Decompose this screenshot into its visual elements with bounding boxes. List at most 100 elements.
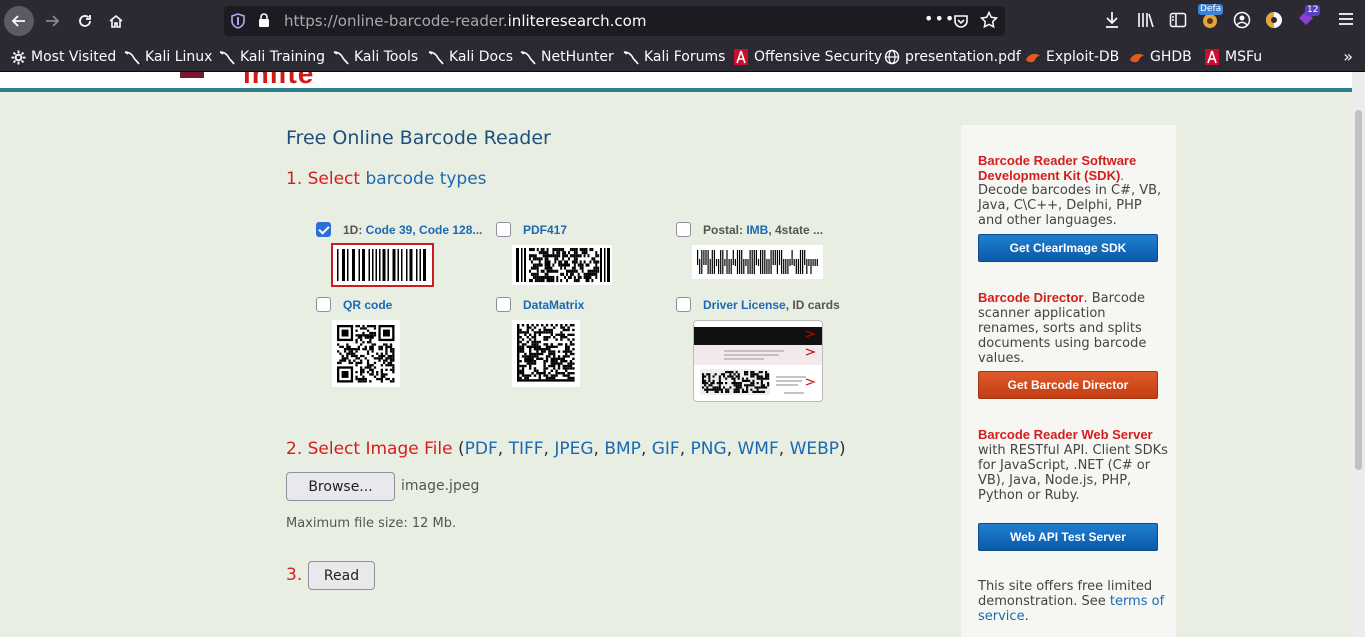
checkbox-driver-license[interactable] (676, 297, 691, 312)
format-link-jpeg[interactable]: JPEG (554, 439, 593, 459)
offsec-icon (733, 49, 749, 65)
barcode-driver-license-image[interactable] (693, 320, 823, 402)
link-imb[interactable]: IMB (746, 223, 768, 237)
sdk-title[interactable]: Barcode Reader Software Development Kit … (978, 153, 1136, 183)
back-button[interactable] (4, 6, 34, 36)
promo-sidebar: Barcode Reader Software Development Kit … (961, 125, 1176, 637)
bookmark-kali-tools[interactable]: Kali Tools (333, 48, 418, 66)
step-2-heading: 2. Select Image File (PDF, TIFF, JPEG, B… (286, 439, 846, 459)
format-link-tiff[interactable]: TIFF (509, 439, 544, 459)
tracking-shield-icon[interactable] (231, 13, 245, 29)
bookmark-exploit-db[interactable]: Exploit-DB (1025, 48, 1119, 66)
get-clearimage-sdk-button[interactable]: Get ClearImage SDK (978, 234, 1158, 262)
barcode-datamatrix-image[interactable] (512, 320, 580, 387)
bookmark-msfu[interactable]: MSFu (1204, 48, 1262, 66)
kali-dragon-icon (219, 49, 235, 65)
extension-counter-icon[interactable]: 12 (1297, 5, 1321, 29)
bookmark-ghdb[interactable]: GHDB (1129, 48, 1192, 66)
link-1d[interactable]: Code 39, Code 128... (366, 223, 483, 237)
link-driver-license[interactable]: Driver License (703, 298, 786, 312)
barcode-qr-image[interactable] (332, 320, 400, 387)
barcode-1d-image[interactable] (331, 243, 434, 287)
user-agent-extension-icon[interactable] (1265, 11, 1283, 29)
format-paren-close: ) (839, 439, 846, 459)
bookmark-presentation-pdf[interactable]: presentation.pdf (884, 48, 1021, 66)
menu-hamburger-icon[interactable] (1338, 11, 1354, 27)
browser-toolbar: https://online-barcode-reader.inliterese… (0, 0, 1365, 42)
forward-button[interactable] (37, 6, 67, 36)
page-actions-icon[interactable]: ••• (924, 9, 955, 28)
checkbox-pdf417[interactable] (496, 222, 511, 237)
selected-filename: image.jpeg (401, 478, 480, 494)
bookmark-most-visited[interactable]: Most Visited (10, 48, 116, 66)
bookmark-offensive-security[interactable]: Offensive Security (733, 48, 882, 66)
home-button[interactable] (101, 6, 131, 36)
url-prefix: https://online-barcode-reader. (284, 12, 508, 30)
page-scrollbar[interactable] (1352, 72, 1365, 637)
director-promo: Barcode Director. Barcode scanner applic… (978, 290, 1170, 366)
scrollbar-thumb[interactable] (1355, 110, 1362, 470)
format-link-wmf[interactable]: WMF (738, 439, 779, 459)
sdk-promo-link[interactable]: Barcode Reader Software Development Kit … (978, 153, 1170, 183)
bookmark-label: NetHunter (541, 49, 614, 65)
read-button[interactable]: Read (308, 561, 375, 590)
format-separator: , (726, 439, 738, 459)
back-arrow-icon (11, 15, 25, 27)
pocket-icon[interactable] (953, 13, 969, 29)
bookmarks-bar: Most Visited Kali Linux Kali Training Ka… (0, 42, 1365, 72)
library-icon[interactable] (1137, 11, 1155, 29)
bookmark-label: MSFu (1225, 49, 1263, 65)
kali-dragon-icon (623, 49, 639, 65)
url-text[interactable]: https://online-barcode-reader.inliterese… (284, 12, 646, 30)
format-link-bmp[interactable]: BMP (604, 439, 641, 459)
barcode-pdf417-image[interactable] (512, 245, 612, 285)
get-barcode-director-button[interactable]: Get Barcode Director (978, 371, 1158, 399)
director-title-link[interactable]: Barcode Director (978, 290, 1083, 305)
webserver-title-link[interactable]: Barcode Reader Web Server (978, 427, 1153, 442)
browse-button[interactable]: Browse... (286, 472, 395, 501)
label-suffix: , 4state ... (768, 223, 824, 237)
lock-icon[interactable] (258, 13, 270, 28)
reload-button[interactable] (70, 6, 100, 36)
bookmark-kali-forums[interactable]: Kali Forums (623, 48, 725, 66)
bookmark-kali-linux[interactable]: Kali Linux (124, 48, 212, 66)
web-api-test-server-button[interactable]: Web API Test Server (978, 523, 1158, 551)
format-separator: , (543, 439, 555, 459)
format-link-webp[interactable]: WEBP (790, 439, 839, 459)
bookmark-label: Most Visited (31, 49, 117, 65)
bookmark-kali-training[interactable]: Kali Training (219, 48, 325, 66)
format-link-gif[interactable]: GIF (652, 439, 680, 459)
site-logo[interactable]: inlite (243, 72, 314, 90)
barcode-postal-image[interactable] (692, 245, 823, 279)
link-qr[interactable]: QR code (343, 298, 392, 312)
label-prefix: 1D: (343, 223, 366, 237)
bookmark-star-icon[interactable] (980, 11, 998, 29)
checkbox-postal[interactable] (676, 222, 691, 237)
format-separator: , (778, 439, 790, 459)
bookmark-label: presentation.pdf (905, 49, 1021, 65)
address-bar[interactable]: https://online-barcode-reader.inliterese… (224, 6, 1005, 36)
format-link-png[interactable]: PNG (691, 439, 727, 459)
reload-icon (79, 15, 91, 27)
bookmark-nethunter[interactable]: NetHunter (520, 48, 614, 66)
webserver-text: with RESTful API. Client SDKs for JavaSc… (978, 443, 1168, 503)
checkbox-datamatrix[interactable] (496, 297, 511, 312)
label-qr: QR code (343, 298, 392, 312)
checkbox-qr[interactable] (316, 297, 331, 312)
kali-dragon-icon (124, 49, 140, 65)
barcode-types-link[interactable]: barcode types (365, 169, 486, 189)
bookmarks-overflow-icon[interactable]: » (1343, 47, 1353, 66)
account-icon[interactable] (1233, 11, 1251, 29)
bookmark-label: GHDB (1150, 49, 1192, 65)
download-icon[interactable] (1104, 11, 1120, 29)
sidebar-icon[interactable] (1169, 11, 1187, 29)
format-link-pdf[interactable]: PDF (465, 439, 498, 459)
checkbox-1d[interactable] (316, 222, 331, 237)
link-pdf417[interactable]: PDF417 (523, 223, 567, 237)
footer-end: . (1024, 609, 1029, 624)
label-driver-license: Driver License, ID cards (703, 298, 840, 312)
label-postal: Postal: IMB, 4state ... (703, 223, 823, 237)
bookmark-kali-docs[interactable]: Kali Docs (428, 48, 513, 66)
link-datamatrix[interactable]: DataMatrix (523, 298, 584, 312)
extension-default-icon[interactable]: Defa (1198, 4, 1224, 29)
